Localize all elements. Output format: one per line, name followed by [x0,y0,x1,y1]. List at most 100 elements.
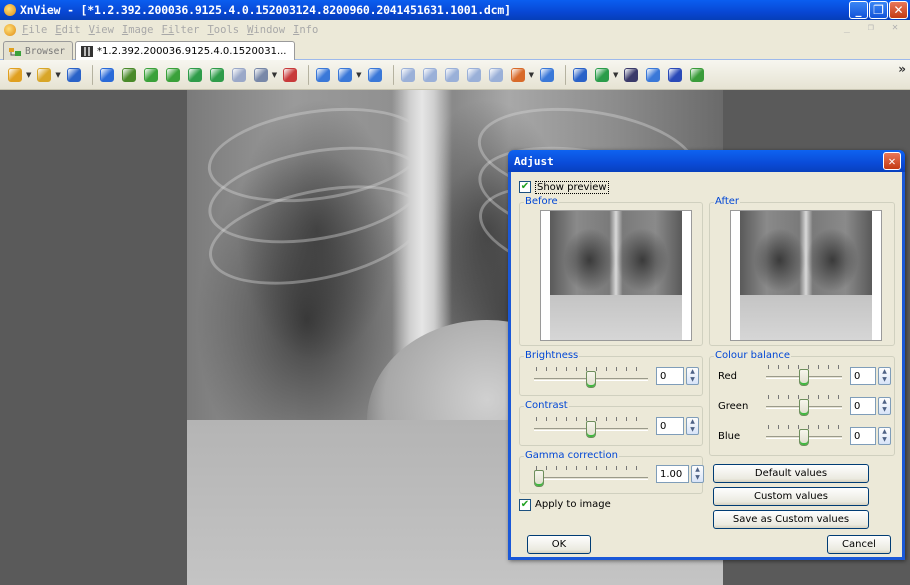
rotate-left-icon[interactable] [142,66,160,84]
dialog-close-button[interactable]: ✕ [883,152,901,170]
menu-bar: File Edit View Image Filter Tools Window Info _… [0,20,910,39]
menu-item-6[interactable]: Window [247,24,285,36]
green-slider-thumb[interactable] [799,399,809,416]
blue-label: Blue [718,431,741,442]
menu-item-2[interactable]: View [89,24,114,36]
green-spin-buttons[interactable]: ▲ ▼ [878,397,891,415]
close-window-button[interactable]: ✕ [889,1,908,19]
blue-slider-thumb[interactable] [799,429,809,446]
tab-browser[interactable]: Browser [3,41,73,60]
red-slider-thumb[interactable] [799,369,809,386]
prev-icon[interactable] [399,66,417,84]
rotate-right-icon[interactable] [164,66,182,84]
red-slider[interactable] [766,363,842,391]
save-icon[interactable] [65,66,83,84]
contrast-spinner[interactable]: 0 ▲ ▼ [656,417,699,435]
print-icon[interactable] [644,66,662,84]
apply-to-image-label[interactable]: Apply to image [535,499,611,510]
tree-dropdown-arrow[interactable]: ▼ [26,71,31,79]
undo-icon[interactable] [98,66,116,84]
zoom-in-icon[interactable] [314,66,332,84]
zoom-dropdown-arrow[interactable]: ▼ [356,71,361,79]
contrast-spin-buttons[interactable]: ▲ ▼ [686,417,699,435]
red-spin-buttons[interactable]: ▲ ▼ [878,367,891,385]
contrast-group: Contrast 0 ▲ ▼ [519,400,703,446]
last-icon[interactable] [465,66,483,84]
open-folder-icon[interactable] [35,66,53,84]
menu-item-5[interactable]: Tools [207,24,239,36]
zoom-out-icon[interactable] [366,66,384,84]
slideshow-icon[interactable] [509,66,527,84]
menu-item-1[interactable]: Edit [55,24,80,36]
default-values-button[interactable]: Default values [713,464,869,483]
blue-spinner[interactable]: 0 ▲ ▼ [850,427,891,445]
binoculars-icon[interactable] [622,66,640,84]
menu-item-7[interactable]: Info [293,24,318,36]
export-dropdown-arrow[interactable]: ▼ [613,71,618,79]
image-icon[interactable] [230,66,248,84]
gamma-spinner[interactable]: 1.00 ▲ ▼ [656,465,704,483]
contrast-value[interactable]: 0 [656,417,684,435]
apply-to-image-checkbox[interactable]: ✔ [519,499,531,511]
flip-icon[interactable] [186,66,204,84]
show-preview-label[interactable]: Show preview [535,181,609,194]
xnview-app-icon[interactable] [4,4,16,16]
crop-icon[interactable] [120,66,138,84]
custom-values-button[interactable]: Custom values [713,487,869,506]
green-spinner[interactable]: 0 ▲ ▼ [850,397,891,415]
blue-spin-buttons[interactable]: ▲ ▼ [878,427,891,445]
capture-icon[interactable] [538,66,556,84]
scanner-icon[interactable] [666,66,684,84]
gamma-value[interactable]: 1.00 [656,465,689,483]
blue-slider[interactable] [766,423,842,451]
save-custom-values-button[interactable]: Save as Custom values [713,510,869,529]
contrast-slider[interactable] [534,415,648,443]
brightness-spinner[interactable]: 0 ▲ ▼ [656,367,699,385]
next-icon[interactable] [421,66,439,84]
page-icon[interactable] [487,66,505,84]
minimize-button[interactable]: _ [849,1,868,19]
gamma-slider[interactable] [534,464,648,492]
maximize-button[interactable]: ❐ [869,1,888,19]
menu-item-4[interactable]: Filter [162,24,200,36]
menu-item-0[interactable]: File [22,24,47,36]
open-folder-dropdown-arrow[interactable]: ▼ [55,71,60,79]
redeye-icon[interactable] [281,66,299,84]
mdi-controls[interactable]: _ ❐ ✕ [844,22,904,33]
menu-item-3[interactable]: Image [122,24,154,36]
adjust-icon[interactable] [252,66,270,84]
zoom-icon[interactable] [336,66,354,84]
blue-value[interactable]: 0 [850,427,876,445]
green-value[interactable]: 0 [850,397,876,415]
contrast-slider-thumb[interactable] [586,421,596,438]
tab-image[interactable]: *1.2.392.200036.9125.4.0.1520031... [75,41,295,60]
toolbar-overflow-chevron[interactable]: » [898,62,906,76]
adjust-dropdown-arrow[interactable]: ▼ [272,71,277,79]
slideshow-dropdown-arrow[interactable]: ▼ [529,71,534,79]
first-icon[interactable] [443,66,461,84]
red-value[interactable]: 0 [850,367,876,385]
resize-icon[interactable] [208,66,226,84]
gamma-slider-thumb[interactable] [534,470,544,487]
brightness-value[interactable]: 0 [656,367,684,385]
red-spinner[interactable]: 0 ▲ ▼ [850,367,891,385]
document-icon[interactable] [4,23,16,36]
show-preview-checkbox[interactable]: ✔ [519,181,531,193]
red-label: Red [718,371,737,382]
toolbar-separator [564,64,566,85]
ok-button[interactable]: OK [527,535,591,554]
green-slider[interactable] [766,393,842,421]
brightness-slider-thumb[interactable] [586,371,596,388]
gamma-spin-buttons[interactable]: ▲ ▼ [691,465,704,483]
brightness-spin-buttons[interactable]: ▲ ▼ [686,367,699,385]
tab-browser-label: Browser [25,45,66,57]
convert-icon[interactable] [688,66,706,84]
tab-image-label: *1.2.392.200036.9125.4.0.1520031... [97,45,287,57]
before-label: Before [524,196,559,207]
cancel-button[interactable]: Cancel [827,535,891,554]
before-group: Before [519,196,703,346]
export-icon[interactable] [593,66,611,84]
brightness-slider[interactable] [534,365,648,393]
fullscreen-icon[interactable] [571,66,589,84]
tree-icon[interactable] [6,66,24,84]
